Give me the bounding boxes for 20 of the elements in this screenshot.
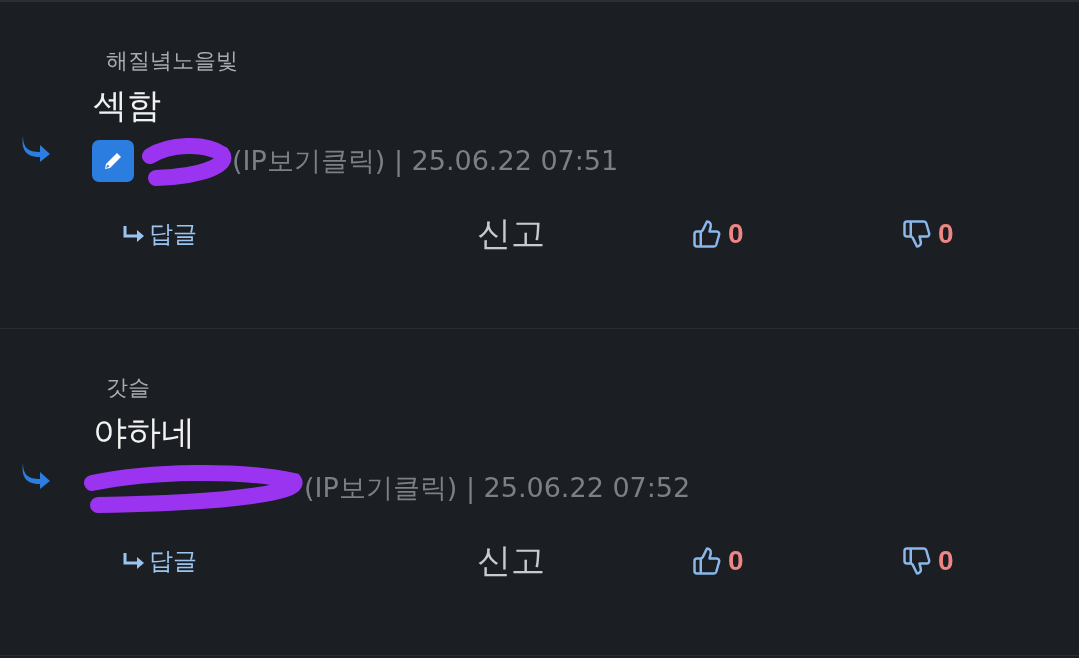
parent-author: 갓슬	[106, 374, 151, 402]
reply-link[interactable]: 답글	[122, 218, 197, 250]
like-button[interactable]: 0	[692, 545, 744, 577]
thumbs-up-icon	[692, 218, 722, 250]
report-link[interactable]: 신고	[477, 211, 545, 257]
comment-text: 섹함	[93, 84, 162, 127]
reply-arrow-icon	[122, 225, 146, 243]
thumbs-up-icon	[692, 545, 722, 577]
reply-arrow-icon	[122, 552, 146, 570]
comment-meta: (IP보기클릭) | 25.06.22 07:51	[232, 144, 619, 179]
thumbs-down-icon	[902, 218, 932, 250]
comment-meta: (IP보기클릭) | 25.06.22 07:52	[304, 471, 691, 506]
parent-author: 해질녘노을빛	[106, 47, 239, 75]
dislike-button[interactable]: 0	[902, 218, 954, 250]
comment-text: 야하네	[93, 411, 196, 454]
dislike-button[interactable]: 0	[902, 545, 954, 577]
reply-link[interactable]: 답글	[122, 545, 197, 577]
like-button[interactable]: 0	[692, 218, 744, 250]
report-link[interactable]: 신고	[477, 538, 545, 584]
thumbs-down-icon	[902, 545, 932, 577]
